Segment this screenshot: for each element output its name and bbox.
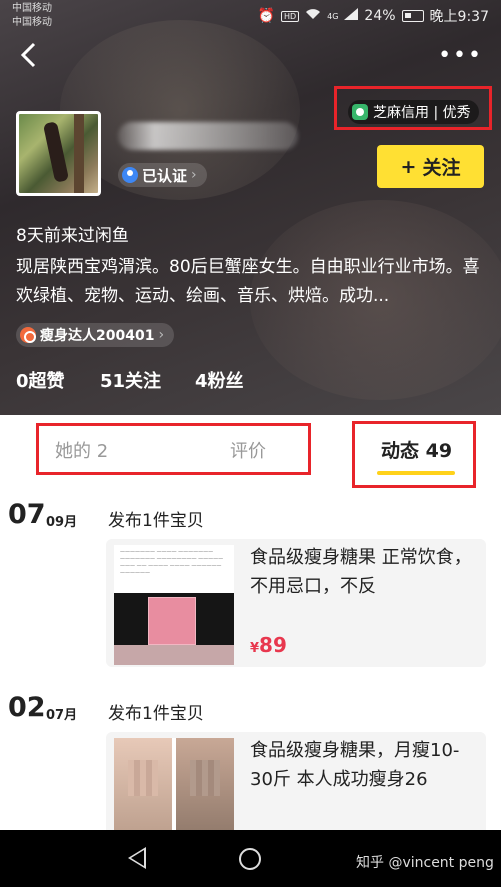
signal-4g-icon: 4G (327, 11, 339, 21)
post-action: 发布1件宝贝 (108, 511, 204, 531)
product-image (114, 738, 234, 842)
product-price: ¥89 (250, 633, 287, 657)
profile-stats: 0超赞 51关注 4粉丝 (16, 367, 244, 393)
post-day: 07 (8, 499, 46, 530)
status-icons: ⏰ HD 4G 24% 晚上9:37 (257, 6, 489, 26)
avatar[interactable] (16, 111, 101, 196)
weibo-icon (20, 327, 36, 343)
username-blurred (118, 122, 298, 150)
nav-back-icon[interactable] (128, 847, 146, 869)
post-month: 09月 (46, 515, 78, 530)
feed-item: 07 09月 发布1件宝贝 ——————— ———— ——————— —————… (0, 495, 501, 685)
product-card[interactable]: 食品级瘦身糖果，月瘦10-30斤 本人成功瘦身26 (106, 732, 486, 842)
followers-count[interactable]: 4粉丝 (195, 367, 244, 393)
product-title: 食品级瘦身糖果，月瘦10-30斤 本人成功瘦身26 (250, 740, 460, 790)
plus-icon: + (400, 155, 417, 178)
post-day: 02 (8, 692, 46, 723)
back-button[interactable] (18, 40, 48, 74)
verified-badge[interactable]: 已认证 › (118, 163, 207, 187)
post-action: 发布1件宝贝 (108, 704, 204, 724)
hd-icon: HD (280, 10, 300, 22)
wifi-icon (305, 8, 321, 24)
product-card[interactable]: ——————— ———— ——————— ——————— ———————— ——… (106, 539, 486, 667)
clock: 晚上9:37 (429, 9, 489, 25)
more-button[interactable]: ••• (438, 43, 483, 68)
carrier-label: 中国移动 (12, 3, 52, 14)
nav-home-icon[interactable] (239, 848, 261, 870)
bio-text: 现居陕西宝鸡渭滨。80后巨蟹座女生。自由职业行业市场。喜欢绿植、宠物、运动、绘画… (16, 257, 480, 306)
likes-count[interactable]: 0超赞 (16, 367, 100, 393)
product-title: 食品级瘦身糖果 正常饮食，不用忌口，不反 (250, 547, 472, 597)
battery-icon (401, 10, 424, 22)
last-seen-text: 8天前来过闲鱼 (16, 226, 129, 246)
system-nav-bar: 知乎 @vincent peng (0, 830, 501, 887)
tab-her[interactable]: 她的 2 (55, 437, 108, 463)
chevron-right-icon: › (191, 167, 197, 183)
chevron-right-icon: › (158, 327, 165, 343)
verified-label: 已认证 (142, 166, 188, 185)
follow-label: 关注 (422, 157, 461, 179)
product-image: ——————— ———— ——————— ——————— ———————— ——… (114, 545, 234, 665)
badge-label: 瘦身达人200401 (40, 328, 155, 344)
tab-bar: 她的 2 评价 动态 49 (0, 415, 501, 490)
verified-icon (122, 167, 138, 183)
more-dots-icon: ••• (438, 43, 483, 68)
sesame-credit-icon (352, 104, 368, 120)
active-tab-indicator (377, 471, 455, 475)
following-count[interactable]: 51关注 (100, 367, 195, 393)
signal-icon (344, 8, 359, 24)
alarm-icon: ⏰ (257, 8, 275, 24)
follow-button[interactable]: + 关注 (377, 145, 484, 188)
profile-header: 中国移动 中国移动 ⏰ HD 4G 24% 晚上9:37 ••• 芝麻信用 | … (0, 0, 501, 415)
tab-activity[interactable]: 动态 49 (381, 436, 452, 463)
tab-evaluations[interactable]: 评价 (230, 437, 266, 463)
post-month: 07月 (46, 708, 78, 723)
battery-percent: 24% (364, 8, 396, 24)
credit-badge[interactable]: 芝麻信用 | 优秀 (348, 100, 479, 124)
carrier-label: 中国移动 (12, 17, 52, 28)
credit-label: 芝麻信用 | 优秀 (373, 105, 471, 121)
status-bar: 中国移动 中国移动 ⏰ HD 4G 24% 晚上9:37 (0, 0, 501, 32)
watermark: 知乎 @vincent peng (356, 855, 494, 871)
achievement-badge[interactable]: 瘦身达人200401 › (16, 323, 175, 347)
feed-item: 02 07月 发布1件宝贝 食品级瘦身糖果，月瘦10-30斤 本人成功瘦身26 (0, 688, 501, 842)
chevron-left-icon (20, 42, 36, 68)
